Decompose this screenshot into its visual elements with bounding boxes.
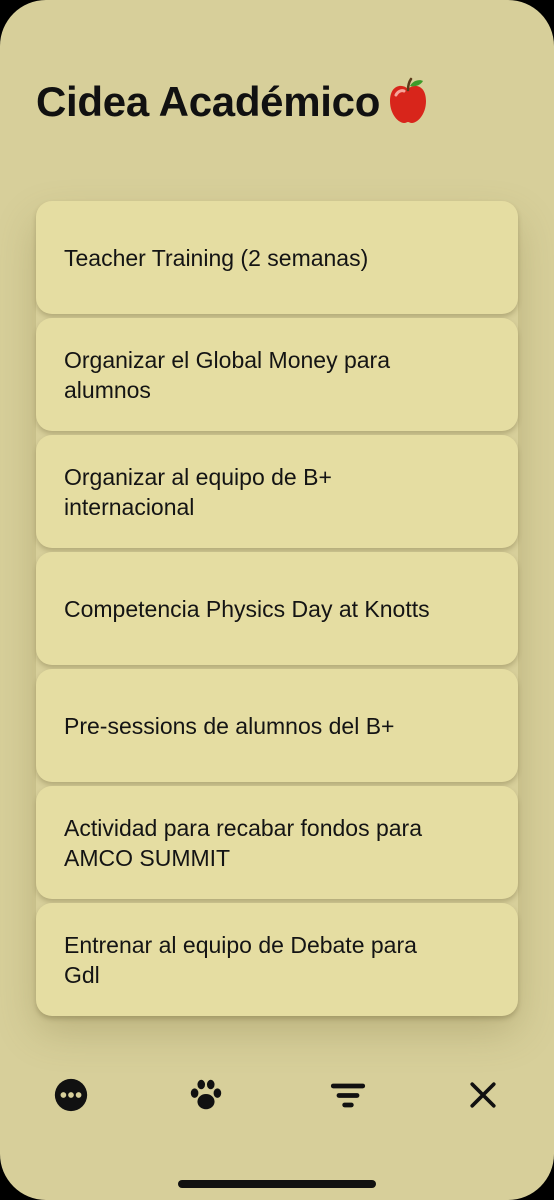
home-indicator[interactable]: [178, 1180, 376, 1188]
task-label: Organizar al equipo de B+ internacional: [64, 463, 332, 520]
task-card[interactable]: Actividad para recabar fondos para AMCO …: [36, 786, 518, 899]
more-button[interactable]: [51, 1077, 91, 1117]
paw-icon: [187, 1076, 225, 1119]
task-label: Teacher Training (2 semanas): [64, 244, 369, 271]
task-card[interactable]: Competencia Physics Day at Knotts: [36, 552, 518, 665]
task-card[interactable]: Entrenar al equipo de Debate para Gdl: [36, 903, 518, 1016]
close-icon: [465, 1077, 501, 1118]
filter-icon: [329, 1076, 367, 1119]
task-label: Pre-sessions de alumnos del B+: [64, 712, 395, 739]
page-title-text: Cidea Académico: [36, 78, 381, 125]
task-label: Entrenar al equipo de Debate para Gdl: [64, 931, 417, 988]
paw-button[interactable]: [186, 1077, 226, 1117]
task-card[interactable]: Teacher Training (2 semanas): [36, 201, 518, 314]
bottom-toolbar: [0, 1073, 554, 1119]
app-screen: Cidea Académico Teacher Training (2 sema…: [0, 0, 554, 1200]
close-button[interactable]: [463, 1077, 503, 1117]
task-label: Organizar el Global Money para alumnos: [64, 346, 390, 403]
task-card[interactable]: Organizar el Global Money para alumnos: [36, 318, 518, 431]
task-label: Actividad para recabar fondos para AMCO …: [64, 814, 422, 871]
more-icon: [52, 1076, 90, 1119]
page-title: Cidea Académico: [36, 74, 430, 130]
task-card[interactable]: Organizar al equipo de B+ internacional: [36, 435, 518, 548]
task-card[interactable]: Pre-sessions de alumnos del B+: [36, 669, 518, 782]
task-label: Competencia Physics Day at Knotts: [64, 595, 430, 622]
task-list: Teacher Training (2 semanas) Organizar e…: [36, 201, 518, 1020]
filter-button[interactable]: [328, 1077, 368, 1117]
apple-icon: [386, 77, 430, 125]
